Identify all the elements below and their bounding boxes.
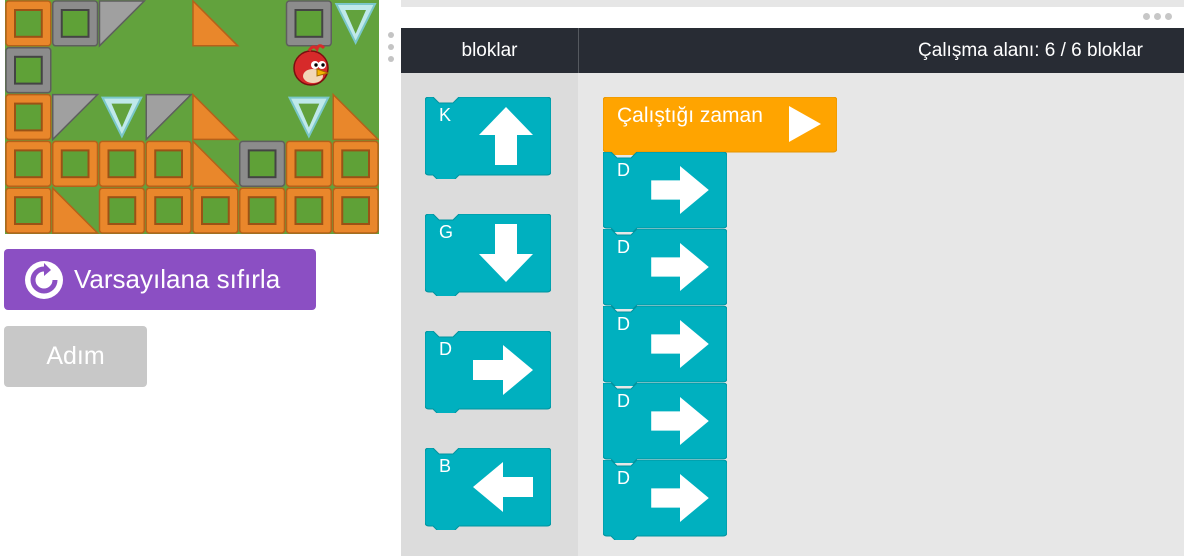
workspace-title: Çalışma alanı: 6 / 6 bloklar xyxy=(918,40,1143,61)
step-button[interactable]: Adım xyxy=(4,326,147,387)
block-letter: D xyxy=(617,237,630,257)
arrow-left-icon xyxy=(473,462,533,512)
game-panel: Varsayılana sıfırla Adım xyxy=(0,0,382,556)
editor-header: bloklar Çalışma alanı: 6 / 6 bloklar xyxy=(401,28,1184,73)
block-letter: G xyxy=(439,222,454,242)
toolbox-block-left[interactable]: B xyxy=(425,448,551,530)
grip-dot xyxy=(388,32,394,38)
reset-button-label: Varsayılana sıfırla xyxy=(74,264,281,294)
block-letter: D xyxy=(617,160,630,180)
play-icon xyxy=(789,106,821,142)
when-run-block[interactable]: Çalıştığı zaman xyxy=(603,97,837,155)
toolbox-block-up[interactable]: K xyxy=(425,97,551,179)
block-letter: D xyxy=(617,468,630,488)
arrow-down-icon xyxy=(479,224,533,282)
arrow-right-icon xyxy=(651,474,709,522)
arrow-up-icon xyxy=(479,107,533,165)
program-block-right[interactable]: D xyxy=(603,460,727,540)
refresh-icon xyxy=(25,260,63,299)
toolbox-title: bloklar xyxy=(461,40,518,61)
toolbox-block-down[interactable]: G xyxy=(425,214,551,296)
top-strip xyxy=(401,0,1184,20)
block-letter: D xyxy=(439,339,452,359)
header-divider xyxy=(578,28,579,73)
block-letter: K xyxy=(439,105,452,125)
maze-board xyxy=(5,0,379,234)
arrow-right-icon xyxy=(651,397,709,445)
grip-dot xyxy=(388,44,394,50)
grip-dot xyxy=(388,56,394,62)
program-block-right[interactable]: D xyxy=(603,152,727,232)
panel-resize-handle[interactable] xyxy=(382,0,400,556)
maze-grid xyxy=(5,0,379,234)
block-letter: B xyxy=(439,456,452,476)
toolbox-block-right[interactable]: D xyxy=(425,331,551,413)
arrow-right-icon xyxy=(473,345,533,395)
arrow-right-icon xyxy=(651,166,709,214)
arrow-right-icon xyxy=(651,320,709,368)
block-letter: D xyxy=(617,391,630,411)
arrow-right-icon xyxy=(651,243,709,291)
more-options-icon[interactable] xyxy=(1143,13,1172,20)
run-block-label: Çalıştığı zaman xyxy=(617,104,763,127)
program-block-right[interactable]: D xyxy=(603,229,727,309)
program-block-right[interactable]: D xyxy=(603,306,727,386)
block-letter: D xyxy=(617,314,630,334)
step-button-label: Adım xyxy=(46,342,105,370)
program-block-right[interactable]: D xyxy=(603,383,727,463)
reset-button[interactable]: Varsayılana sıfırla xyxy=(4,249,316,310)
